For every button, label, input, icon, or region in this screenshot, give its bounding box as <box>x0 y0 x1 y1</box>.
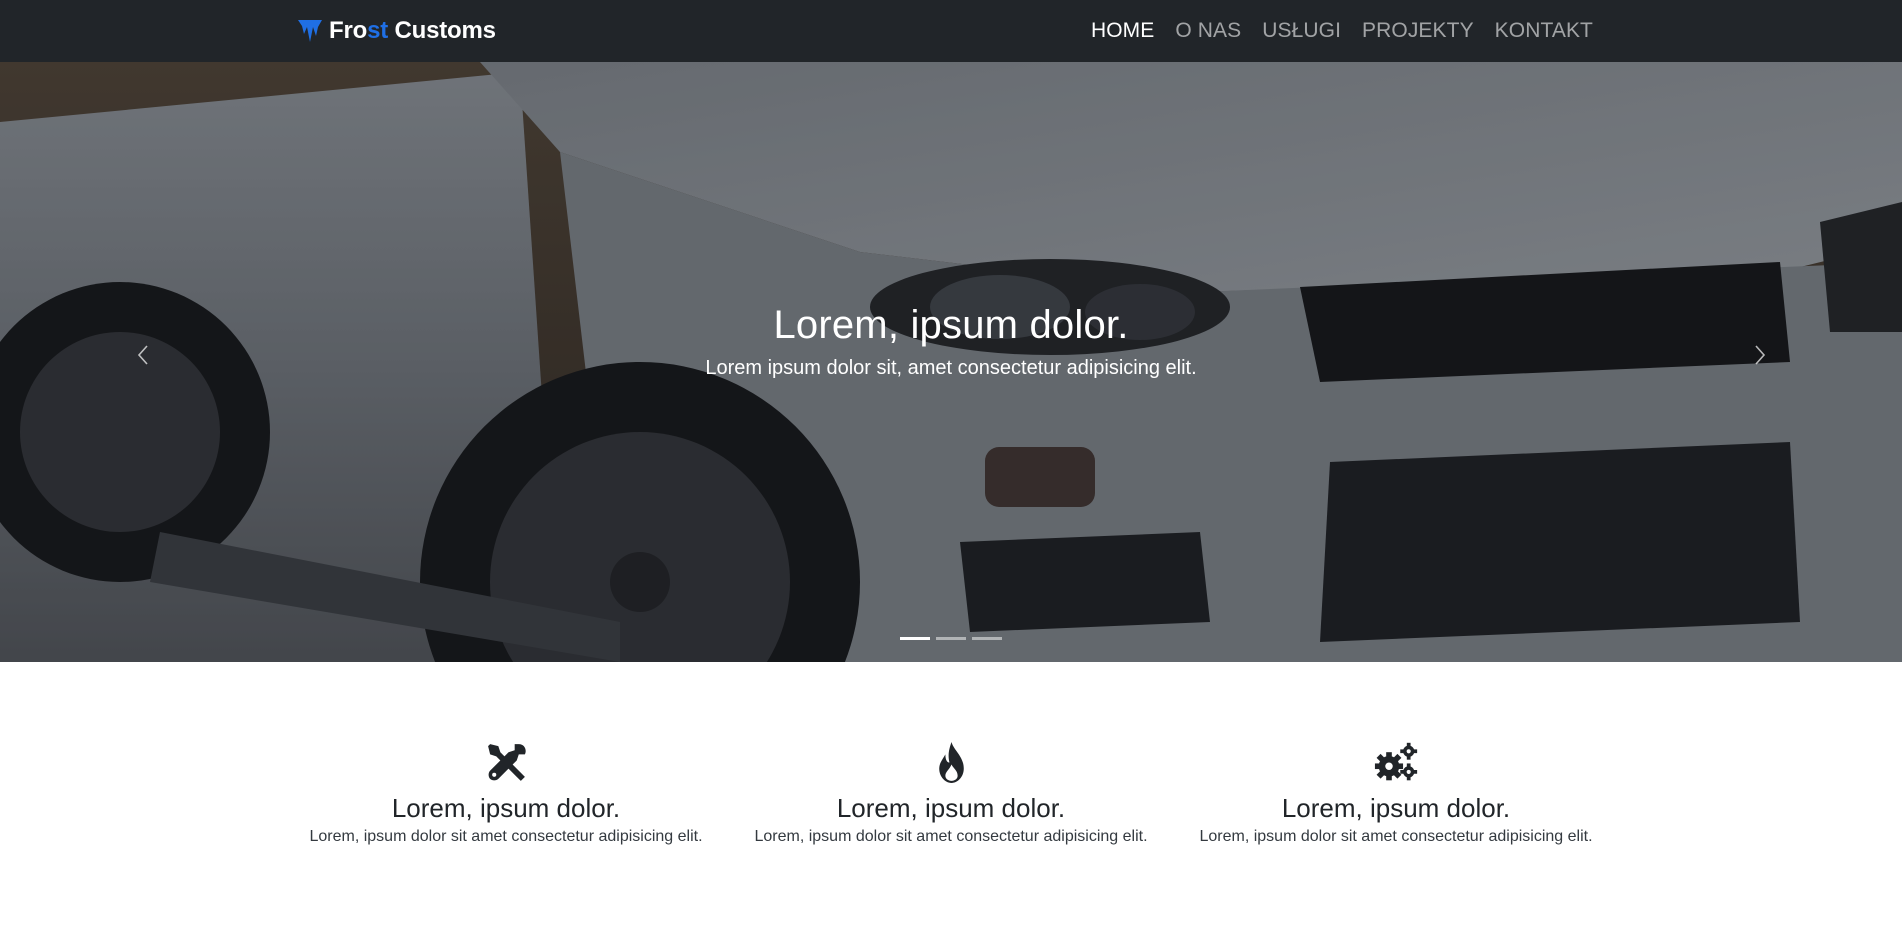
chevron-right-icon <box>1755 345 1766 365</box>
feature-text: Lorem, ipsum dolor sit amet consectetur … <box>754 828 1148 845</box>
features-section: Lorem, ipsum dolor. Lorem, ipsum dolor s… <box>296 740 1606 849</box>
feature-card: Lorem, ipsum dolor. Lorem, ipsum dolor s… <box>296 740 716 849</box>
carousel-indicators <box>0 637 1902 640</box>
carousel-indicator-1[interactable] <box>900 637 930 640</box>
icicle-logo-icon <box>298 20 322 42</box>
tools-icon <box>487 744 526 781</box>
nav-item-o-nas[interactable]: O NAS <box>1175 19 1241 42</box>
brand-name: Frost Customs <box>329 17 496 44</box>
nav-item-kontakt[interactable]: KONTAKT <box>1495 19 1593 42</box>
cogs-icon <box>1374 742 1417 781</box>
carousel-next-button[interactable] <box>1740 330 1780 380</box>
hero-title: Lorem, ipsum dolor. <box>773 303 1129 347</box>
nav-item-uslugi[interactable]: USŁUGI <box>1262 19 1341 42</box>
nav-item-home[interactable]: HOME <box>1091 19 1154 42</box>
hero-subtitle: Lorem ipsum dolor sit, amet consectetur … <box>705 357 1197 379</box>
nav-item-projekty[interactable]: PROJEKTY <box>1362 19 1474 42</box>
carousel-caption: Lorem, ipsum dolor. Lorem ipsum dolor si… <box>0 300 1902 383</box>
feature-text: Lorem, ipsum dolor sit amet consectetur … <box>309 828 703 845</box>
feature-text: Lorem, ipsum dolor sit amet consectetur … <box>1199 828 1593 845</box>
carousel-indicator-2[interactable] <box>936 637 966 640</box>
carousel-indicator-3[interactable] <box>972 637 1002 640</box>
main-nav: HOME O NAS USŁUGI PROJEKTY KONTAKT <box>1091 0 1593 62</box>
feature-card: Lorem, ipsum dolor. Lorem, ipsum dolor s… <box>741 740 1161 849</box>
navbar: Frost Customs HOME O NAS USŁUGI PROJEKTY… <box>0 0 1902 62</box>
carousel-prev-button[interactable] <box>123 330 163 380</box>
feature-card: Lorem, ipsum dolor. Lorem, ipsum dolor s… <box>1186 740 1606 849</box>
feature-title: Lorem, ipsum dolor. <box>391 793 621 823</box>
brand-logo-link[interactable]: Frost Customs <box>297 14 496 48</box>
feature-title: Lorem, ipsum dolor. <box>1281 793 1511 823</box>
feature-title: Lorem, ipsum dolor. <box>836 793 1066 823</box>
hero-carousel: Lorem, ipsum dolor. Lorem ipsum dolor si… <box>0 62 1902 662</box>
chevron-left-icon <box>137 345 148 365</box>
fire-icon <box>938 742 964 783</box>
